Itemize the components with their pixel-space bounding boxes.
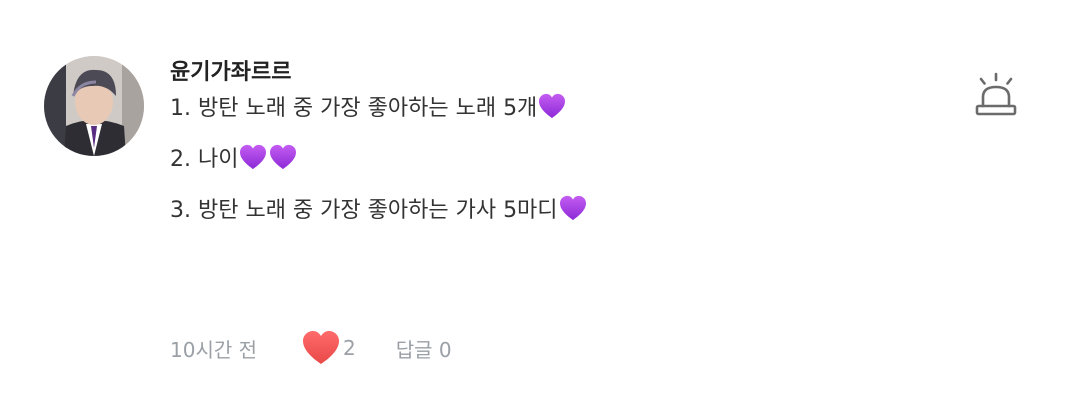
comment-line-1: 1. 방탄 노래 중 가장 좋아하는 노래 5개 (170, 92, 588, 121)
comment-line-text: 1. 방탄 노래 중 가장 좋아하는 노래 5개 (170, 95, 538, 121)
like-count: 2 (343, 336, 356, 360)
purple-heart-icon (270, 144, 297, 169)
comment-line-2: 2. 나이 (170, 143, 588, 172)
purple-heart-icon (559, 195, 586, 220)
reply-button[interactable]: 답글 0 (396, 334, 452, 363)
purple-heart-icon (539, 93, 566, 118)
comment-line-3: 3. 방탄 노래 중 가장 좋아하는 가사 5마디 (170, 194, 588, 223)
comment-line-text: 2. 나이 (170, 146, 239, 172)
siren-icon[interactable] (972, 72, 1020, 118)
comment-author[interactable]: 윤기가좌르르 (170, 54, 291, 86)
user-photo-avatar (44, 56, 144, 156)
comment-footer: 10시간 전 2 답글 0 (170, 330, 452, 366)
red-heart-icon (303, 331, 340, 364)
comment-body: 1. 방탄 노래 중 가장 좋아하는 노래 5개 2. 나이 3. 방탄 노래 … (170, 92, 588, 245)
comment-time: 10시간 전 (170, 337, 258, 362)
comment-line-text: 3. 방탄 노래 중 가장 좋아하는 가사 5마디 (170, 197, 558, 223)
comment-item: 윤기가좌르르 1. 방탄 노래 중 가장 좋아하는 노래 5개 2. 나이 3.… (0, 0, 1080, 406)
avatar[interactable] (44, 56, 144, 156)
like-button[interactable]: 2 (301, 330, 356, 366)
purple-heart-icon (240, 144, 267, 169)
